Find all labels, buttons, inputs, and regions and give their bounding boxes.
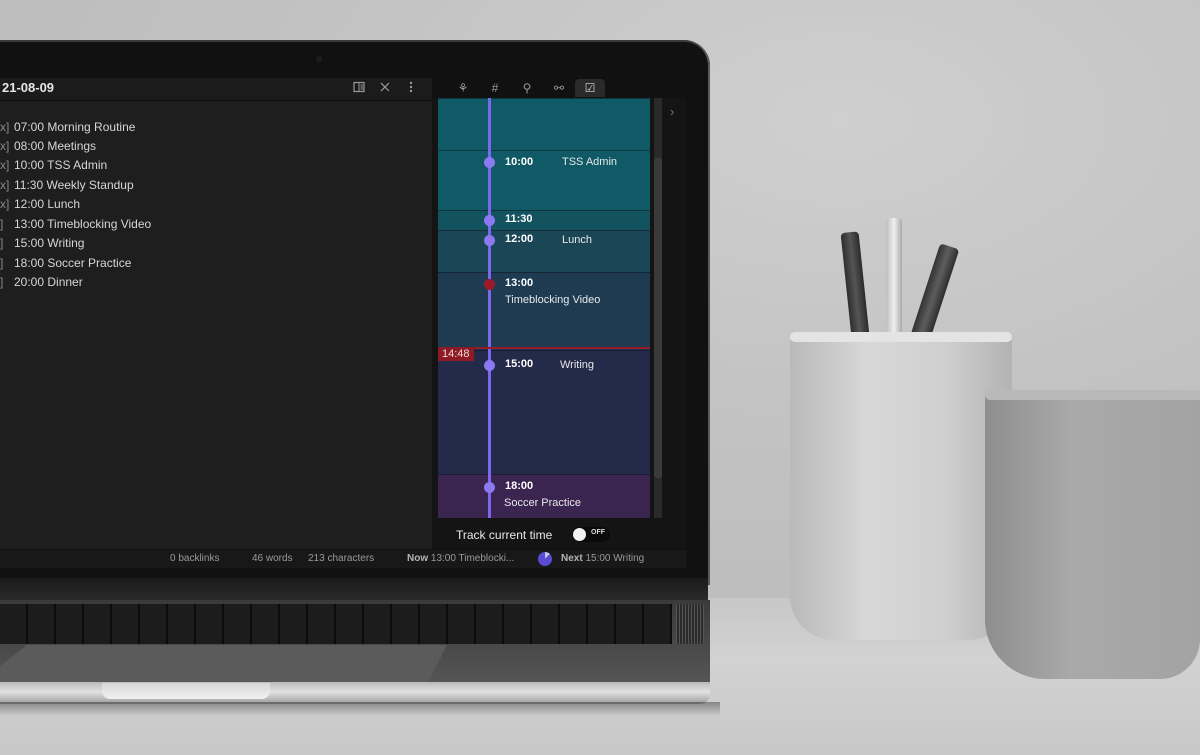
now-status[interactable]: Now 13:00 Timeblocki... bbox=[407, 553, 514, 564]
task-checkbox[interactable]: ] bbox=[0, 236, 14, 250]
more-options-icon[interactable] bbox=[404, 81, 418, 95]
task-text: 08:00 Meetings bbox=[14, 139, 97, 153]
speaker-grille bbox=[676, 604, 704, 644]
task-text: 11:30 Weekly Standup bbox=[14, 178, 134, 192]
event-name: Writing bbox=[560, 359, 595, 371]
task-text: 13:00 Timeblocking Video bbox=[14, 217, 152, 231]
task-item[interactable]: ] 15:00 Writing bbox=[0, 236, 84, 254]
task-text: 10:00 TSS Admin bbox=[14, 158, 108, 172]
next-status[interactable]: Next 15:00 Writing bbox=[561, 553, 644, 564]
editor-body[interactable]: x] 07:00 Morning Routine x] 08:00 Meetings… bbox=[0, 101, 432, 549]
event-name: Timeblocking Video bbox=[505, 294, 601, 306]
event-time: 11:30 bbox=[505, 213, 533, 225]
word-count: 46 words bbox=[252, 553, 293, 564]
laptop-shadow bbox=[0, 702, 720, 716]
next-label: Next bbox=[561, 553, 583, 564]
pen bbox=[886, 218, 902, 336]
laptop-screen: 21-08-09 x] 07:00 Morning Routine x] 08:00… bbox=[0, 78, 686, 568]
task-item[interactable]: x] 11:30 Weekly Standup bbox=[0, 178, 134, 196]
mug-rim bbox=[985, 390, 1200, 400]
now-value: 13:00 Timeblocki... bbox=[430, 553, 515, 564]
task-item[interactable]: x] 07:00 Morning Routine bbox=[0, 120, 135, 138]
event-dot bbox=[484, 235, 495, 246]
track-current-time-toggle[interactable]: OFF bbox=[572, 527, 610, 542]
event-dot bbox=[484, 157, 495, 168]
task-checkbox[interactable]: ] bbox=[0, 217, 14, 231]
camera-icon bbox=[316, 56, 322, 62]
note-title: 21-08-09 bbox=[2, 80, 55, 95]
timeline-block bbox=[438, 98, 650, 151]
graph-view-icon[interactable]: ⚘ bbox=[448, 79, 478, 97]
task-item[interactable]: ] 20:00 Dinner bbox=[0, 275, 83, 293]
reading-view-icon[interactable] bbox=[352, 81, 366, 95]
event-dot-past bbox=[484, 279, 495, 290]
progress-pie-icon bbox=[538, 552, 552, 566]
task-item[interactable]: ] 18:00 Soccer Practice bbox=[0, 256, 131, 274]
event-time: 10:00 bbox=[505, 156, 534, 168]
trackpad bbox=[0, 645, 447, 682]
status-bar: 0 backlinks 46 words 213 characters Now … bbox=[0, 549, 686, 568]
task-checkbox[interactable]: ] bbox=[0, 256, 14, 270]
backlinks-count[interactable]: 0 backlinks bbox=[170, 553, 219, 564]
event-dot bbox=[484, 482, 495, 493]
lid-notch bbox=[102, 683, 270, 699]
task-item[interactable]: x] 12:00 Lunch bbox=[0, 197, 80, 215]
toggle-knob bbox=[573, 528, 586, 541]
task-item[interactable]: ] 13:00 Timeblocking Video bbox=[0, 217, 151, 235]
mug bbox=[985, 392, 1200, 679]
task-checkbox[interactable]: ] bbox=[0, 275, 14, 289]
keyboard bbox=[0, 604, 672, 644]
pen-holder-cup bbox=[790, 334, 1012, 640]
task-item[interactable]: x] 10:00 TSS Admin bbox=[0, 158, 107, 176]
event-name: Lunch bbox=[562, 234, 592, 246]
editor-header: 21-08-09 bbox=[0, 78, 432, 101]
timeline-block-tss-admin[interactable] bbox=[438, 150, 650, 211]
timeline-block-soccer-practice[interactable] bbox=[438, 474, 650, 518]
task-text: 12:00 Lunch bbox=[14, 197, 81, 211]
current-time-badge: 14:48 bbox=[438, 347, 474, 361]
sidebar-tabs: ⚘ # ⚲ ⚯ ☑ bbox=[432, 78, 686, 98]
task-text: 07:00 Morning Routine bbox=[14, 120, 136, 134]
task-text: 15:00 Writing bbox=[14, 236, 85, 250]
task-item[interactable]: x] 08:00 Meetings bbox=[0, 139, 96, 157]
event-time: 18:00 bbox=[505, 480, 534, 492]
day-planner-timeline[interactable]: 10:00 TSS Admin 11:30 12:00 Lunch 13:00 … bbox=[438, 98, 650, 518]
day-planner-icon[interactable]: ☑ bbox=[575, 79, 605, 97]
task-checkbox[interactable]: x] bbox=[0, 178, 14, 192]
event-time: 13:00 bbox=[505, 277, 534, 289]
timeline-block-weekly-standup[interactable] bbox=[438, 210, 650, 231]
outgoing-links-icon[interactable]: ⚯ bbox=[544, 79, 574, 97]
toggle-state: OFF bbox=[591, 529, 605, 536]
event-dot bbox=[484, 215, 495, 226]
next-value: 15:00 Writing bbox=[585, 553, 645, 564]
close-icon[interactable] bbox=[378, 81, 392, 95]
chevron-right-icon[interactable]: › bbox=[670, 104, 674, 119]
task-text: 18:00 Soccer Practice bbox=[14, 256, 132, 270]
pen-holder-rim bbox=[790, 332, 1012, 342]
event-time: 15:00 bbox=[505, 358, 534, 370]
task-checkbox[interactable]: x] bbox=[0, 120, 14, 134]
backlinks-icon[interactable]: ⚲ bbox=[512, 79, 542, 97]
event-name: Soccer Practice bbox=[504, 497, 582, 509]
right-sidebar: ⚘ # ⚲ ⚯ ☑ 10:00 TSS Admin 11:30 12:00 Lu… bbox=[432, 78, 686, 549]
timeline-block-lunch[interactable] bbox=[438, 230, 650, 273]
task-checkbox[interactable]: x] bbox=[0, 197, 14, 211]
task-text: 20:00 Dinner bbox=[14, 275, 83, 289]
tag-icon[interactable]: # bbox=[480, 79, 510, 97]
task-checkbox[interactable]: x] bbox=[0, 139, 14, 153]
event-name: TSS Admin bbox=[562, 156, 618, 168]
laptop-hinge bbox=[0, 578, 708, 602]
now-label: Now bbox=[407, 553, 429, 564]
task-checkbox[interactable]: x] bbox=[0, 158, 14, 172]
track-current-time-label: Track current time bbox=[456, 528, 553, 542]
timeline-block-timeblocking-video[interactable] bbox=[438, 272, 650, 351]
event-dot bbox=[484, 360, 495, 371]
timeline-scrollbar-thumb[interactable] bbox=[654, 158, 662, 478]
timeline-block-writing[interactable] bbox=[438, 350, 650, 475]
event-time: 12:00 bbox=[505, 233, 534, 245]
character-count: 213 characters bbox=[308, 553, 375, 564]
